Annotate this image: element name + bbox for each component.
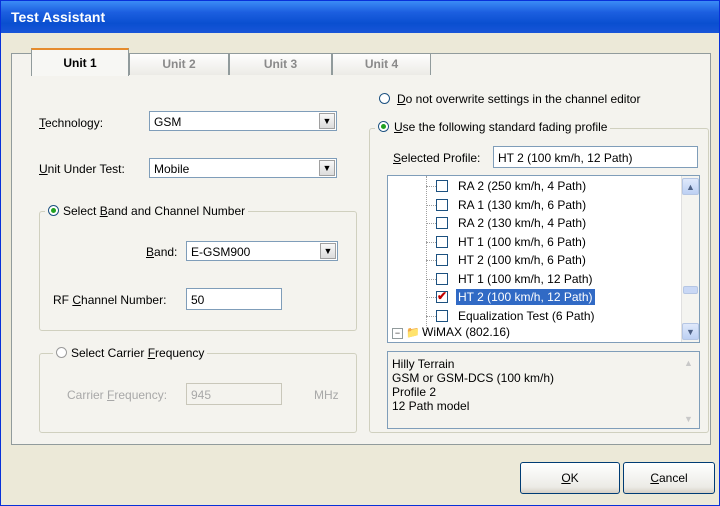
carrier-frequency-legend[interactable]: Select Carrier Frequency — [53, 346, 208, 360]
tree-connector — [426, 297, 436, 298]
scroll-down-icon[interactable]: ▼ — [682, 323, 699, 340]
no-overwrite-option[interactable]: Do not overwrite settings in the channel… — [379, 92, 640, 106]
collapse-icon[interactable]: − — [392, 328, 403, 339]
chevron-down-icon[interactable]: ▼ — [319, 160, 335, 176]
tree-connector — [426, 223, 436, 224]
selected-profile-label: Selected Profile: — [393, 151, 481, 165]
profile-checkbox[interactable] — [436, 235, 448, 248]
scroll-thumb[interactable] — [683, 286, 698, 294]
carrier-frequency-label: Carrier Frequency: — [67, 388, 168, 402]
description-line: GSM or GSM-DCS (100 km/h) — [392, 371, 555, 385]
cancel-button[interactable]: Cancel — [623, 462, 715, 494]
profile-tree[interactable]: RA 2 (250 km/h, 4 Path) RA 1 (130 km/h, 6… — [387, 175, 700, 343]
chevron-down-icon[interactable]: ▼ — [320, 243, 336, 259]
unit-under-test-combo[interactable]: Mobile ▼ — [149, 158, 337, 178]
tree-item-profile[interactable]: RA 2 (130 km/h, 4 Path) — [458, 215, 586, 231]
tab-unit-3[interactable]: Unit 3 — [229, 53, 332, 75]
scroll-up-icon: ▲ — [684, 358, 693, 368]
tab-unit-2[interactable]: Unit 2 — [129, 53, 229, 75]
tree-item-profile[interactable]: RA 1 (130 km/h, 6 Path) — [458, 197, 586, 213]
profile-description: Hilly Terrain GSM or GSM-DCS (100 km/h) … — [387, 351, 700, 429]
tree-item-wimax[interactable]: WiMAX (802.16) — [422, 325, 510, 339]
profile-checkbox[interactable] — [436, 289, 448, 303]
band-channel-legend[interactable]: Select Band and Channel Number — [45, 204, 249, 218]
profile-checkbox[interactable] — [436, 309, 448, 322]
profile-checkbox[interactable] — [436, 198, 448, 211]
tree-connector — [426, 186, 436, 187]
rf-channel-value: 50 — [191, 293, 205, 307]
tree-connector — [426, 278, 436, 280]
tab-unit-4[interactable]: Unit 4 — [332, 53, 431, 75]
band-channel-group — [39, 211, 357, 331]
profile-checkbox[interactable] — [436, 217, 448, 229]
tree-item-profile[interactable]: HT 2 (100 km/h, 12 Path) — [456, 289, 595, 305]
selected-profile-input[interactable]: HT 2 (100 km/h, 12 Path) — [493, 146, 698, 168]
description-line: Profile 2 — [392, 385, 437, 399]
technology-combo[interactable]: GSM ▼ — [149, 111, 337, 131]
tree-item-profile[interactable]: RA 2 (250 km/h, 4 Path) — [458, 178, 586, 194]
carrier-frequency-radio[interactable] — [56, 347, 67, 358]
tree-connector — [426, 315, 436, 317]
description-line: 12 Path model — [392, 399, 470, 413]
band-label: Band: — [146, 245, 178, 259]
profile-checkbox[interactable] — [436, 180, 448, 192]
scroll-down-icon: ▼ — [684, 414, 693, 424]
window-title: Test Assistant — [11, 9, 106, 25]
scroll-up-icon[interactable]: ▲ — [682, 178, 699, 195]
tree-connector — [426, 204, 436, 206]
description-line: Hilly Terrain — [392, 357, 455, 371]
unit-under-test-label: Unit Under Test: — [39, 162, 125, 176]
tree-item-profile[interactable]: HT 1 (100 km/h, 6 Path) — [458, 234, 586, 250]
description-scrollbar: ▲ ▼ — [682, 352, 699, 428]
title-bar[interactable]: Test Assistant — [1, 1, 719, 33]
mhz-unit-label: MHz — [314, 388, 339, 402]
band-channel-radio[interactable] — [48, 205, 59, 216]
band-combo[interactable]: E-GSM900 ▼ — [186, 241, 338, 261]
rf-channel-input[interactable]: 50 — [186, 288, 282, 310]
tree-item-profile[interactable]: HT 2 (100 km/h, 6 Path) — [458, 252, 586, 268]
no-overwrite-radio[interactable] — [379, 93, 390, 104]
folder-icon: 📁 — [406, 327, 420, 339]
profile-checkbox[interactable] — [436, 254, 448, 266]
tree-item-profile[interactable]: HT 1 (100 km/h, 12 Path) — [458, 271, 593, 287]
use-profile-radio[interactable] — [378, 121, 389, 132]
carrier-frequency-value: 945 — [191, 388, 212, 402]
ok-button[interactable]: OK — [520, 462, 620, 494]
technology-label: Technology: — [39, 116, 104, 130]
tree-connector — [426, 241, 436, 243]
technology-value: GSM — [154, 115, 182, 129]
tree-connector — [426, 176, 427, 334]
tab-unit-1[interactable]: Unit 1 — [31, 48, 129, 76]
tree-item-profile[interactable]: Equalization Test (6 Path) — [458, 308, 595, 324]
unit-under-test-value: Mobile — [154, 162, 190, 176]
band-value: E-GSM900 — [191, 245, 251, 259]
profile-checkbox[interactable] — [436, 272, 448, 285]
chevron-down-icon[interactable]: ▼ — [319, 113, 335, 129]
use-profile-option[interactable]: Use the following standard fading profil… — [375, 120, 611, 134]
rf-channel-label: RF Channel Number: — [53, 293, 167, 307]
tree-scrollbar[interactable]: ▲ ▼ — [681, 176, 699, 342]
selected-profile-value: HT 2 (100 km/h, 12 Path) — [498, 151, 633, 165]
carrier-frequency-input[interactable]: 945 — [186, 383, 282, 405]
test-assistant-window: Test Assistant Unit 1 Unit 2 Unit 3 Unit… — [0, 0, 720, 506]
tree-connector — [426, 260, 436, 261]
